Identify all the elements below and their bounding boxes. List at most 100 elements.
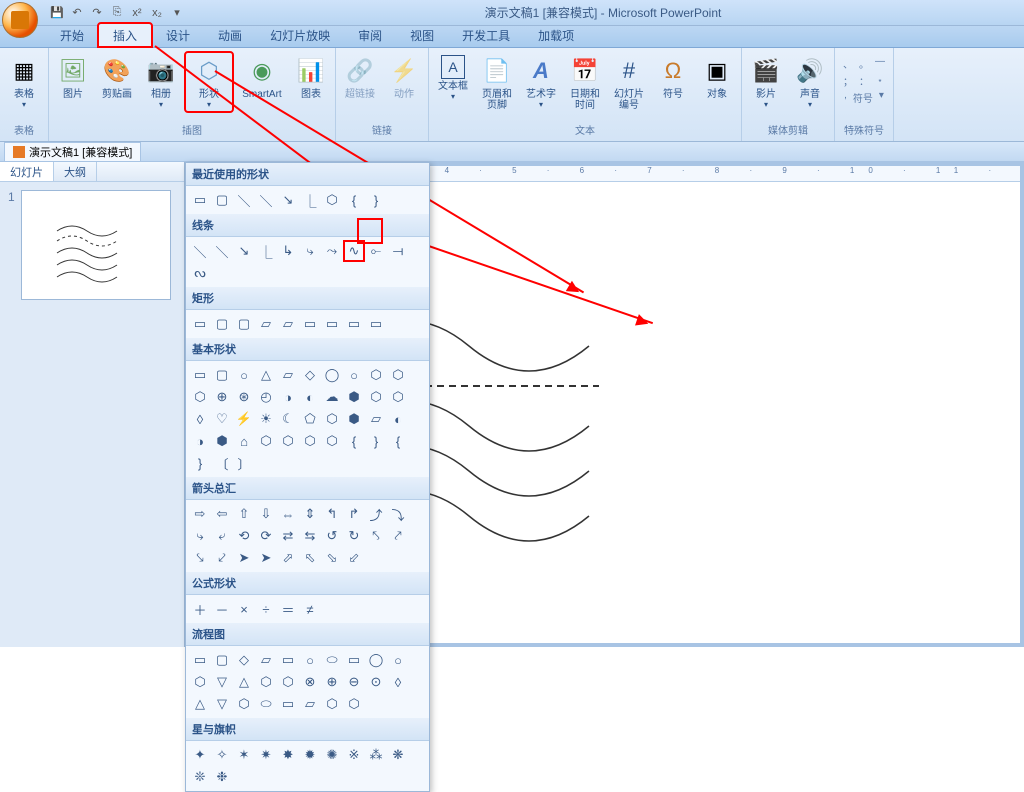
- line-shape[interactable]: ⎿: [256, 241, 276, 261]
- arrow-shape[interactable]: ⤵: [388, 504, 408, 524]
- recent-shape[interactable]: }: [366, 190, 386, 210]
- basic-shape[interactable]: ⬢: [344, 409, 364, 429]
- star-shape[interactable]: ✹: [300, 745, 320, 765]
- tab-dev[interactable]: 开发工具: [448, 24, 524, 47]
- equation-shape[interactable]: ≠: [300, 599, 320, 619]
- slide-thumbnail[interactable]: [21, 190, 171, 300]
- flowchart-shape[interactable]: ▱: [300, 694, 320, 714]
- line-shape[interactable]: ↘: [234, 241, 254, 261]
- arrow-shape[interactable]: ⇔: [278, 504, 298, 524]
- flowchart-shape[interactable]: ▢: [212, 650, 232, 670]
- star-shape[interactable]: ✸: [278, 745, 298, 765]
- tab-review[interactable]: 审阅: [344, 24, 396, 47]
- basic-shape[interactable]: ⬡: [366, 387, 386, 407]
- recent-shape[interactable]: ⎿: [300, 190, 320, 210]
- equation-shape[interactable]: ÷: [256, 599, 276, 619]
- sound-button[interactable]: 🔊声音▾: [790, 52, 830, 112]
- basic-shape[interactable]: ▭: [190, 365, 210, 385]
- arrow-shape[interactable]: ⇨: [190, 504, 210, 524]
- qat-more-icon[interactable]: ▾: [168, 4, 186, 22]
- arrow-shape[interactable]: ⇧: [234, 504, 254, 524]
- subscript-icon[interactable]: x₂: [148, 4, 166, 22]
- redo-icon[interactable]: ↷: [88, 4, 106, 22]
- flowchart-shape[interactable]: ▱: [256, 650, 276, 670]
- undo-icon[interactable]: ↶: [68, 4, 86, 22]
- line-shape[interactable]: ＼: [212, 241, 232, 261]
- basic-shape[interactable]: ⬡: [322, 409, 342, 429]
- basic-shape[interactable]: }: [190, 453, 210, 473]
- basic-shape[interactable]: ♡: [212, 409, 232, 429]
- line-shape[interactable]: ⤳: [322, 241, 342, 261]
- basic-shape[interactable]: ◐: [388, 409, 408, 429]
- object-button[interactable]: ▣对象: [697, 52, 737, 103]
- star-shape[interactable]: ※: [344, 745, 364, 765]
- arrow-shape[interactable]: ⤶: [212, 526, 232, 546]
- tab-start[interactable]: 开始: [46, 24, 98, 47]
- rect-shape[interactable]: ▭: [190, 314, 210, 334]
- basic-shape[interactable]: ⬡: [300, 431, 320, 451]
- flowchart-shape[interactable]: ⬡: [278, 672, 298, 692]
- basic-shape[interactable]: ⬢: [212, 431, 232, 451]
- tab-insert[interactable]: 插入: [98, 23, 152, 47]
- flowchart-shape[interactable]: ▭: [344, 650, 364, 670]
- star-shape[interactable]: ✷: [256, 745, 276, 765]
- action-button[interactable]: ⚡动作: [384, 52, 424, 103]
- basic-shape[interactable]: ▢: [212, 365, 232, 385]
- rect-shape[interactable]: ▱: [256, 314, 276, 334]
- recent-shape[interactable]: {: [344, 190, 364, 210]
- basic-shape[interactable]: △: [256, 365, 276, 385]
- basic-shape[interactable]: ◐: [300, 387, 320, 407]
- basic-shape[interactable]: ⌂: [234, 431, 254, 451]
- arrow-shape[interactable]: ➤: [234, 548, 254, 568]
- basic-shape[interactable]: ○: [344, 365, 364, 385]
- star-shape[interactable]: ❋: [388, 745, 408, 765]
- symbol-button[interactable]: Ω符号: [653, 52, 693, 103]
- basic-shape[interactable]: ⬢: [344, 387, 364, 407]
- header-button[interactable]: 📄页眉和页脚: [477, 52, 517, 114]
- curve-shape[interactable]: ∿: [344, 241, 364, 261]
- basic-shape[interactable]: ⊕: [212, 387, 232, 407]
- basic-shape[interactable]: ◊: [190, 409, 210, 429]
- equation-shape[interactable]: －: [212, 599, 232, 619]
- arrow-shape[interactable]: ⇕: [300, 504, 320, 524]
- flowchart-shape[interactable]: ▽: [212, 694, 232, 714]
- basic-shape[interactable]: ▱: [366, 409, 386, 429]
- basic-shape[interactable]: 〕: [234, 453, 254, 473]
- basic-shape[interactable]: ⬡: [366, 365, 386, 385]
- arrow-shape[interactable]: ↻: [344, 526, 364, 546]
- arrow-shape[interactable]: ⇆: [300, 526, 320, 546]
- basic-shape[interactable]: ◇: [300, 365, 320, 385]
- star-shape[interactable]: ❊: [190, 767, 210, 787]
- shapes-button[interactable]: ⬡形状▾: [185, 52, 233, 112]
- arrow-shape[interactable]: ⟲: [234, 526, 254, 546]
- tab-slides[interactable]: 幻灯片: [0, 162, 54, 181]
- arrow-shape[interactable]: ⤴: [366, 504, 386, 524]
- arrow-shape[interactable]: ⤤: [388, 526, 408, 546]
- rect-shape[interactable]: ▢: [212, 314, 232, 334]
- basic-shape[interactable]: ⬡: [256, 431, 276, 451]
- superscript-icon[interactable]: x²: [128, 4, 146, 22]
- basic-shape[interactable]: ⬡: [388, 387, 408, 407]
- flowchart-shape[interactable]: ⬭: [256, 694, 276, 714]
- basic-shape[interactable]: 〔: [212, 453, 232, 473]
- star-shape[interactable]: ⁂: [366, 745, 386, 765]
- arrow-shape[interactable]: ⟳: [256, 526, 276, 546]
- save-icon[interactable]: 💾: [48, 4, 66, 22]
- basic-shape[interactable]: }: [366, 431, 386, 451]
- star-shape[interactable]: ✦: [190, 745, 210, 765]
- tab-outline[interactable]: 大纲: [54, 162, 97, 181]
- rect-shape[interactable]: ▭: [344, 314, 364, 334]
- recent-shape[interactable]: ▭: [190, 190, 210, 210]
- arrow-shape[interactable]: ⤣: [366, 526, 386, 546]
- tab-design[interactable]: 设计: [152, 24, 204, 47]
- equation-shape[interactable]: ×: [234, 599, 254, 619]
- movie-button[interactable]: 🎬影片▾: [746, 52, 786, 112]
- basic-shape[interactable]: ⬠: [300, 409, 320, 429]
- flowchart-shape[interactable]: ▭: [190, 650, 210, 670]
- line-shape[interactable]: ⤷: [300, 241, 320, 261]
- flowchart-shape[interactable]: ⊕: [322, 672, 342, 692]
- star-shape[interactable]: ❉: [212, 767, 232, 787]
- tab-view[interactable]: 视图: [396, 24, 448, 47]
- rect-shape[interactable]: ▭: [322, 314, 342, 334]
- flowchart-shape[interactable]: ⬡: [344, 694, 364, 714]
